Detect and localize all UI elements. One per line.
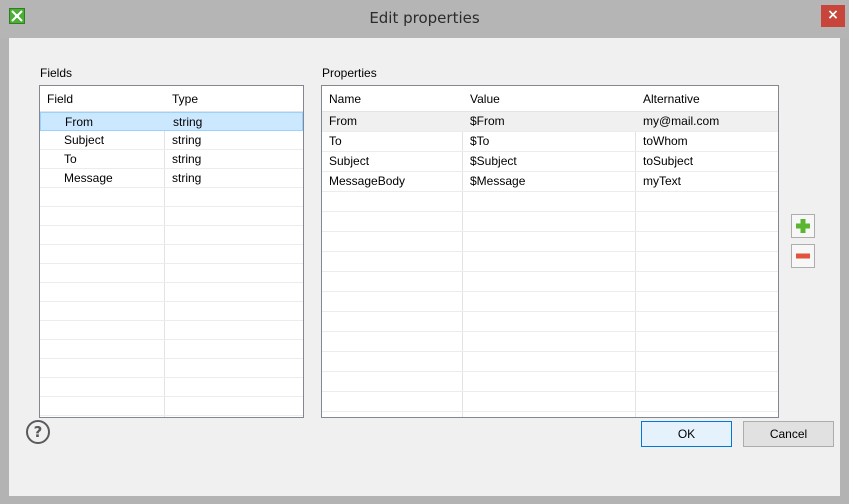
property-value-cell: $Message <box>470 174 526 188</box>
empty-row[interactable] <box>40 397 303 416</box>
field-type-cell: string <box>172 133 202 147</box>
properties-table[interactable]: Name Value Alternative From $From my@mail.… <box>321 85 779 418</box>
help-icon[interactable]: ? <box>26 420 50 444</box>
field-name-cell: To <box>64 152 77 166</box>
property-name-cell: To <box>329 134 342 148</box>
empty-row[interactable] <box>40 264 303 283</box>
remove-property-button[interactable] <box>791 244 815 268</box>
empty-row[interactable] <box>40 283 303 302</box>
empty-row[interactable] <box>322 352 778 372</box>
table-row[interactable]: Subject string <box>40 131 303 150</box>
empty-row[interactable] <box>322 212 778 232</box>
column-header-name[interactable]: Name <box>322 86 462 112</box>
property-alternative-cell: my@mail.com <box>643 114 720 128</box>
empty-row[interactable] <box>322 312 778 332</box>
ok-button[interactable]: OK <box>641 421 732 447</box>
table-row[interactable]: From string <box>40 112 303 131</box>
empty-row[interactable] <box>322 332 778 352</box>
property-value-cell: $From <box>470 114 505 128</box>
field-type-cell: string <box>173 115 203 129</box>
close-button[interactable]: × <box>821 5 845 27</box>
column-header-type[interactable]: Type <box>165 86 303 112</box>
empty-row[interactable] <box>40 245 303 264</box>
property-name-cell: From <box>329 114 357 128</box>
empty-row[interactable] <box>322 372 778 392</box>
field-name-cell: Message <box>64 171 113 185</box>
empty-row[interactable] <box>322 272 778 292</box>
property-value-cell: $Subject <box>470 154 517 168</box>
column-header-value[interactable]: Value <box>463 86 635 112</box>
field-name-cell: From <box>65 115 93 129</box>
empty-row[interactable] <box>322 192 778 212</box>
table-row[interactable]: MessageBody $Message myText <box>322 172 778 192</box>
field-type-cell: string <box>172 152 202 166</box>
property-name-cell: MessageBody <box>329 174 406 188</box>
empty-row[interactable] <box>40 226 303 245</box>
table-row[interactable]: To $To toWhom <box>322 132 778 152</box>
properties-label: Properties <box>322 66 377 80</box>
dialog-title: Edit properties <box>369 9 480 27</box>
empty-row[interactable] <box>40 340 303 359</box>
table-row[interactable]: From $From my@mail.com <box>322 112 778 132</box>
empty-row[interactable] <box>322 232 778 252</box>
empty-row[interactable] <box>40 207 303 226</box>
column-header-alternative[interactable]: Alternative <box>636 86 778 112</box>
fields-table-header: Field Type <box>40 86 303 112</box>
field-name-cell: Subject <box>64 133 105 147</box>
properties-table-header: Name Value Alternative <box>322 86 778 112</box>
fields-table[interactable]: Field Type From string Subject string To stri… <box>39 85 304 418</box>
empty-row[interactable] <box>40 302 303 321</box>
table-row[interactable]: Subject $Subject toSubject <box>322 152 778 172</box>
title-bar[interactable]: Edit properties × <box>0 0 849 38</box>
minus-icon <box>796 253 810 259</box>
dialog-body: Fields Field Type From string Subject strin… <box>9 38 840 496</box>
property-value-cell: $To <box>470 134 490 148</box>
empty-row[interactable] <box>322 292 778 312</box>
column-header-field[interactable]: Field <box>40 86 164 112</box>
property-name-cell: Subject <box>329 154 370 168</box>
edit-properties-dialog: Edit properties × Fields Field Type From… <box>0 0 849 504</box>
fields-label: Fields <box>40 66 73 80</box>
property-alternative-cell: myText <box>643 174 682 188</box>
table-row[interactable]: To string <box>40 150 303 169</box>
table-row[interactable]: Message string <box>40 169 303 188</box>
empty-row[interactable] <box>40 378 303 397</box>
add-property-button[interactable] <box>791 214 815 238</box>
cancel-button[interactable]: Cancel <box>743 421 834 447</box>
empty-row[interactable] <box>322 252 778 272</box>
field-type-cell: string <box>172 171 202 185</box>
empty-row[interactable] <box>40 321 303 340</box>
plus-icon <box>796 219 810 233</box>
empty-row[interactable] <box>40 359 303 378</box>
empty-row[interactable] <box>40 188 303 207</box>
property-alternative-cell: toWhom <box>643 134 688 148</box>
empty-row[interactable] <box>322 392 778 412</box>
property-alternative-cell: toSubject <box>643 154 694 168</box>
